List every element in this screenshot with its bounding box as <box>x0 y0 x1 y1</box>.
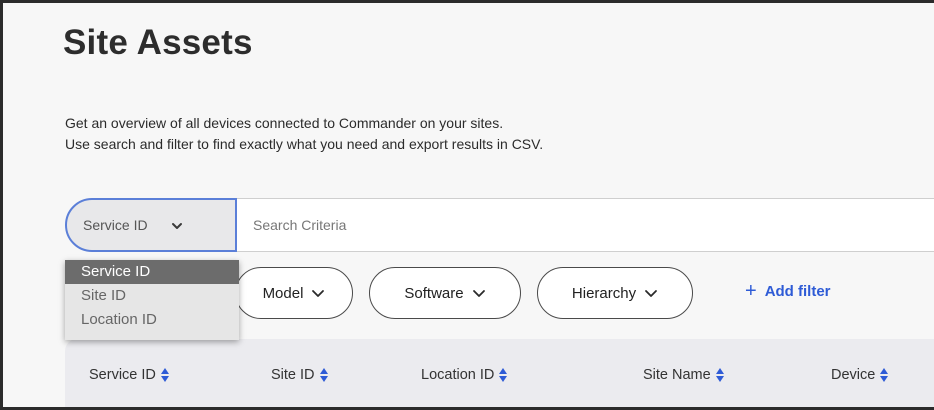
add-filter-label: Add filter <box>764 282 831 300</box>
column-header-label: Site Name <box>643 367 711 383</box>
software-filter-button[interactable]: Software <box>369 267 521 319</box>
column-header-label: Location ID <box>421 367 495 383</box>
software-filter-label: Software <box>404 284 464 302</box>
hierarchy-filter-button[interactable]: Hierarchy <box>537 267 693 319</box>
sort-icon <box>319 367 329 383</box>
dropdown-option-service-id[interactable]: Service ID <box>65 260 239 284</box>
chevron-down-icon <box>472 286 486 300</box>
column-header-site-name[interactable]: Site Name <box>643 367 725 383</box>
column-header-label: Service ID <box>89 367 156 383</box>
search-field-select-value: Service ID <box>83 217 148 233</box>
plus-icon: + <box>745 280 757 302</box>
table-header: Service ID Site ID Location ID Site Name… <box>65 339 934 407</box>
page-description: Get an overview of all devices connected… <box>65 113 543 155</box>
description-line-1: Get an overview of all devices connected… <box>65 115 504 131</box>
sort-icon <box>879 367 889 383</box>
dropdown-option-location-id[interactable]: Location ID <box>65 308 239 332</box>
column-header-location-id[interactable]: Location ID <box>421 367 508 383</box>
column-header-label: Device <box>831 367 876 383</box>
description-line-2: Use search and filter to find exactly wh… <box>65 136 544 152</box>
chevron-down-icon <box>170 219 184 233</box>
sort-icon <box>160 367 170 383</box>
add-filter-button[interactable]: + Add filter <box>745 281 831 301</box>
search-bar: Service ID <box>65 198 934 252</box>
column-header-label: Site ID <box>271 367 315 383</box>
search-field-select[interactable]: Service ID <box>65 198 237 252</box>
column-header-site-id[interactable]: Site ID <box>271 367 329 383</box>
sort-icon <box>498 367 508 383</box>
sort-icon <box>715 367 725 383</box>
column-header-service-id[interactable]: Service ID <box>89 367 170 383</box>
column-header-device[interactable]: Device <box>831 367 889 383</box>
dropdown-option-site-id[interactable]: Site ID <box>65 284 239 308</box>
app-frame: Site Assets Get an overview of all devic… <box>0 0 934 410</box>
model-filter-label: Model <box>262 284 304 302</box>
search-input[interactable] <box>237 198 934 252</box>
chevron-down-icon <box>311 286 325 300</box>
chevron-down-icon <box>644 286 658 300</box>
model-filter-button[interactable]: Model <box>235 267 353 319</box>
page-title: Site Assets <box>63 23 253 62</box>
search-field-dropdown: Service ID Site ID Location ID <box>65 260 239 340</box>
hierarchy-filter-label: Hierarchy <box>571 284 637 302</box>
